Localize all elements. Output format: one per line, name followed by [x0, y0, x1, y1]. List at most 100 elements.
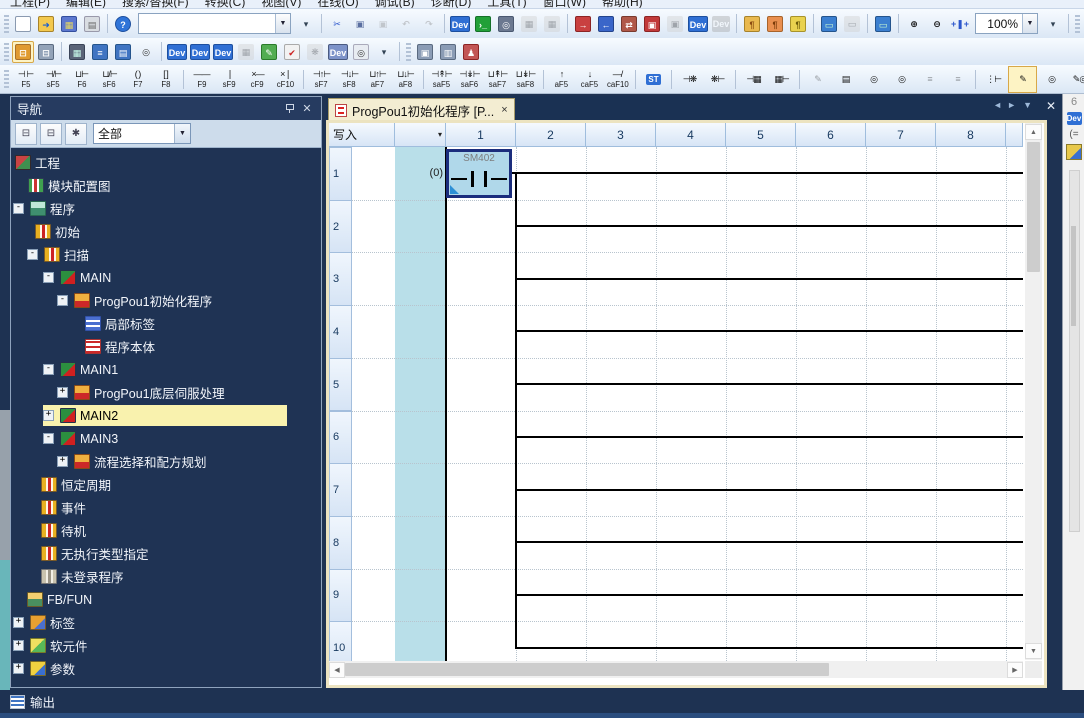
device-jump-button[interactable]: ◎ — [1038, 67, 1065, 92]
rising-pulse-close-branch-button[interactable]: ⊔↟⊢saF7 — [484, 67, 511, 92]
horizontal-line-button[interactable]: ——F9 — [188, 67, 215, 92]
auto-hide-pin-icon[interactable] — [285, 104, 293, 113]
tree-item-standby[interactable]: 待机 — [11, 519, 321, 542]
ladder-block-edit-button[interactable]: ▦⊢ — [768, 67, 795, 92]
tree-expander[interactable]: + — [13, 663, 24, 674]
menu-tool[interactable]: 工具(T) — [487, 0, 526, 9]
find-contact-coil-button[interactable]: ◎ — [860, 67, 887, 92]
panel-scrollbar[interactable] — [1069, 170, 1080, 532]
open-contact-button[interactable]: ⊣ ⊢F5 — [12, 67, 39, 92]
save-button[interactable]: ▦ — [58, 13, 80, 35]
tree-item-no-exec-type[interactable]: 无执行类型指定 — [11, 542, 321, 565]
application-instruction-button[interactable]: [ ]F8 — [152, 67, 179, 92]
menu-project[interactable]: 工程(P) — [10, 0, 50, 9]
toolbar-grip[interactable] — [4, 43, 9, 61]
step-column-header[interactable]: ▾ — [395, 123, 446, 147]
tree-item-main2[interactable]: + MAIN2 — [11, 404, 321, 427]
tree-expander[interactable]: + — [57, 456, 68, 467]
display-format-button[interactable]: ⋮⊢ — [980, 67, 1007, 92]
toolbar1-overflow-b-button[interactable]: ▾ — [1042, 13, 1064, 35]
plc-verify-button[interactable]: ⇄ — [618, 13, 640, 35]
copy-button[interactable]: ▣ — [349, 13, 371, 35]
device-list-button[interactable]: ▤ — [112, 41, 134, 63]
window-tile-button[interactable]: ▥ — [437, 41, 459, 63]
toolbar-grip[interactable] — [4, 15, 9, 33]
column-header-1[interactable]: 1 — [446, 123, 516, 147]
device-find-button[interactable]: ◎ — [350, 41, 372, 63]
zoom-level-combobox[interactable]: 100%▼ — [975, 13, 1038, 34]
cut-button[interactable]: ✂ — [326, 13, 348, 35]
tree-item-module-config[interactable]: 模块配置图 — [11, 174, 321, 197]
tree-item-progpou1-servo[interactable]: + ProgPou1底层伺服处理 — [11, 381, 321, 404]
navigation-close-icon[interactable]: ✕ — [299, 102, 315, 115]
comment-edit-button[interactable]: ¶ — [787, 13, 809, 35]
menu-online[interactable]: 在线(O) — [317, 0, 358, 9]
paste-button[interactable]: ▣ — [372, 13, 394, 35]
label-edit-button[interactable]: ✎ — [258, 41, 280, 63]
tree-item-device[interactable]: + 软元件 — [11, 634, 321, 657]
chevron-down-icon[interactable]: ▼ — [174, 124, 190, 143]
tree-expander[interactable]: - — [27, 249, 38, 260]
expand-tree-button[interactable]: ⊟ — [40, 123, 62, 145]
row-header-7[interactable]: 7 — [329, 463, 352, 517]
invert-result-button[interactable]: —/caF10 — [604, 67, 631, 92]
ladder-contact-sm402[interactable]: SM402 — [446, 149, 512, 198]
tab-list-chevron-icon[interactable]: ▼ — [1023, 100, 1032, 110]
tree-item-main1[interactable]: - MAIN1 — [11, 358, 321, 381]
print-button[interactable]: ▤ — [81, 13, 103, 35]
rising-pulse-branch-button[interactable]: ⊔↑⊢aF7 — [364, 67, 391, 92]
tree-item-program[interactable]: - 程序 — [11, 197, 321, 220]
tree-item-main[interactable]: - MAIN — [11, 266, 321, 289]
tree-item-fixed-cycle[interactable]: 恒定周期 — [11, 473, 321, 496]
device-search-button[interactable]: Dev — [449, 13, 471, 35]
tree-item-scan[interactable]: - 扫描 — [11, 243, 321, 266]
navigation-titlebar[interactable]: 导航 ✕ — [11, 97, 321, 120]
vertical-line-button[interactable]: ❘sF9 — [216, 67, 243, 92]
delete-vertical-line-button[interactable]: ×❘cF10 — [272, 67, 299, 92]
menu-diagnostics[interactable]: 诊断(D) — [431, 0, 472, 9]
device-monitor-2-button[interactable]: Dev — [710, 13, 732, 35]
tree-expander[interactable]: - — [13, 203, 24, 214]
tree-item-fbfun[interactable]: FB/FUN — [11, 588, 321, 611]
undo-button[interactable]: ↶ — [395, 13, 417, 35]
row-header-3[interactable]: 3 — [329, 252, 352, 306]
column-header-6[interactable]: 6 — [796, 123, 866, 147]
falling-pulse-close-button[interactable]: ⊣↡⊢saF6 — [456, 67, 483, 92]
tree-expander[interactable]: - — [43, 272, 54, 283]
statement-edit-button[interactable]: ¶ — [741, 13, 763, 35]
inline-st-button[interactable]: ST — [640, 67, 667, 92]
module-configuration-button[interactable]: ▦ — [66, 41, 88, 63]
toolbar-grip[interactable] — [1075, 15, 1080, 33]
menu-help[interactable]: 帮助(H) — [602, 0, 643, 9]
collapse-tree-button[interactable]: ⊟ — [15, 123, 37, 145]
tree-item-label[interactable]: + 标签 — [11, 611, 321, 634]
row-header-6[interactable]: 6 — [329, 411, 352, 465]
fb-instance-button[interactable]: ⊣❋ — [676, 67, 703, 92]
tree-item-project[interactable]: 工程 — [11, 151, 321, 174]
edit-ladder-button[interactable]: ✎ — [804, 67, 831, 92]
output-tab[interactable]: 输出 — [30, 692, 55, 711]
rising-pulse-close-button[interactable]: ⊣↟⊢saF5 — [428, 67, 455, 92]
tree-expander[interactable]: + — [13, 640, 24, 651]
tree-item-main3[interactable]: - MAIN3 — [11, 427, 321, 450]
scroll-down-icon[interactable]: ▼ — [1025, 643, 1042, 659]
tree-expander[interactable]: - — [57, 295, 68, 306]
close-branch-button[interactable]: ⊔/⊢sF6 — [96, 67, 123, 92]
tree-settings-gear-icon[interactable]: ✱ — [65, 123, 87, 145]
falling-pulse-branch-button[interactable]: ⊔↓⊢aF8 — [392, 67, 419, 92]
menu-window[interactable]: 窗口(W) — [543, 0, 586, 9]
fb-call-button[interactable]: ❋⊢ — [704, 67, 731, 92]
panel-scrollbar-thumb[interactable] — [1071, 226, 1076, 326]
menu-convert[interactable]: 转换(C) — [205, 0, 246, 9]
module-search-button[interactable]: ◎ — [495, 13, 517, 35]
row-header-5[interactable]: 5 — [329, 358, 352, 412]
open-file-button[interactable]: ➜ — [35, 13, 57, 35]
scroll-right-icon[interactable]: ▶ — [1007, 662, 1023, 678]
program-list-button[interactable]: ≡ — [89, 41, 111, 63]
toolbar-button-disabled-4[interactable]: ▦ — [235, 41, 257, 63]
ladder-block-list-button[interactable]: ⊣▦ — [740, 67, 767, 92]
align-right-button[interactable]: ≡ — [944, 67, 971, 92]
device-chip-icon[interactable]: Dev — [1067, 112, 1082, 125]
monitor-status-button[interactable]: ▣ — [641, 13, 663, 35]
toolbar-grip[interactable] — [406, 43, 411, 61]
